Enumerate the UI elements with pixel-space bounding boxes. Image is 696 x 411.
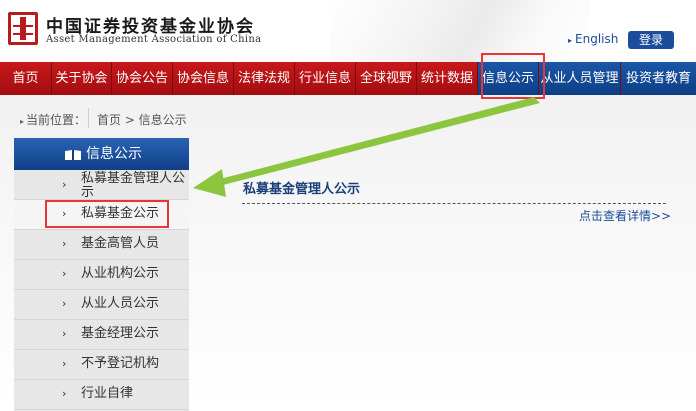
chevron-right-icon: › xyxy=(62,327,67,340)
content-section-title[interactable]: 私募基金管理人公示 xyxy=(243,178,360,197)
nav-item-about[interactable]: 关于协会 xyxy=(52,62,112,95)
sidebar-item-label[interactable]: 不予登记机构 xyxy=(81,356,159,371)
chevron-right-icon: › xyxy=(62,387,67,400)
chevron-right-icon: › xyxy=(62,178,67,191)
header-decoration xyxy=(330,0,590,62)
nav-item-practitioner-mgmt[interactable]: 从业人员管理 xyxy=(539,62,621,95)
sidebar-item-label[interactable]: 行业自律 xyxy=(81,386,133,401)
breadcrumb-divider xyxy=(88,108,89,128)
sidebar-title: 信息公示 xyxy=(86,146,142,162)
sidebar-item-label[interactable]: 从业人员公示 xyxy=(81,296,159,311)
sidebar-header: 信息公示 xyxy=(14,138,189,170)
main-nav: 首页 关于协会 协会公告 协会信息 法律法规 行业信息 全球视野 统计数据 信息… xyxy=(0,62,696,95)
breadcrumb: ▸ 当前位置： xyxy=(20,111,86,128)
content-divider xyxy=(242,203,666,204)
chevron-right-icon: › xyxy=(62,267,67,280)
chevron-right-icon: › xyxy=(62,237,67,250)
sidebar-item-private-fund-managers[interactable]: › 私募基金管理人公示 xyxy=(14,170,189,200)
nav-item-investor-education[interactable]: 投资者教育 xyxy=(621,62,696,95)
sidebar-item-fund-managers[interactable]: › 基金经理公示 xyxy=(14,320,189,350)
english-link-label[interactable]: English xyxy=(575,32,618,46)
sidebar-item-label[interactable]: 私募基金管理人公示 xyxy=(81,171,185,200)
sidebar: 信息公示 › 私募基金管理人公示 › 私募基金公示 › 基金高管人员 › 从业机构公示 … xyxy=(14,138,189,411)
sidebar-item-label[interactable]: 从业机构公示 xyxy=(81,266,159,281)
association-logo-icon[interactable] xyxy=(8,12,38,45)
nav-item-global-view[interactable]: 全球视野 xyxy=(356,62,417,95)
sidebar-item-label[interactable]: 基金经理公示 xyxy=(81,326,159,341)
login-button[interactable]: 登录 xyxy=(628,31,674,49)
sidebar-item-practitioners[interactable]: › 从业人员公示 xyxy=(14,290,189,320)
view-details-link[interactable]: 点击查看详情>> xyxy=(579,207,671,224)
nav-item-association-info[interactable]: 协会信息 xyxy=(173,62,234,95)
chevron-right-icon: › xyxy=(62,297,67,310)
nav-item-laws[interactable]: 法律法规 xyxy=(234,62,295,95)
sidebar-item-label[interactable]: 基金高管人员 xyxy=(81,236,159,251)
sidebar-item-fund-executives[interactable]: › 基金高管人员 xyxy=(14,230,189,260)
english-link[interactable]: ▸ English xyxy=(568,32,618,46)
sidebar-highlight-box xyxy=(45,200,169,228)
nav-highlight-box xyxy=(481,53,545,99)
sidebar-item-self-regulation[interactable]: › 行业自律 xyxy=(14,380,189,410)
breadcrumb-path[interactable]: 首页 > 信息公示 xyxy=(97,111,187,128)
sidebar-item-rejected-institutions[interactable]: › 不予登记机构 xyxy=(14,350,189,380)
breadcrumb-prefix: 当前位置： xyxy=(26,113,87,127)
chevron-right-icon: ▸ xyxy=(568,36,573,45)
triangle-right-icon: ▸ xyxy=(20,117,25,126)
nav-item-home[interactable]: 首页 xyxy=(0,62,52,95)
nav-item-announcements[interactable]: 协会公告 xyxy=(112,62,173,95)
open-book-icon xyxy=(65,150,81,160)
site-header: 中国证券投资基金业协会 Asset Management Association… xyxy=(0,0,696,62)
nav-item-statistics[interactable]: 统计数据 xyxy=(417,62,478,95)
logo-english-name[interactable]: Asset Management Association of China xyxy=(46,34,261,45)
chevron-right-icon: › xyxy=(62,357,67,370)
sidebar-item-institutions[interactable]: › 从业机构公示 xyxy=(14,260,189,290)
nav-item-industry-info[interactable]: 行业信息 xyxy=(295,62,356,95)
